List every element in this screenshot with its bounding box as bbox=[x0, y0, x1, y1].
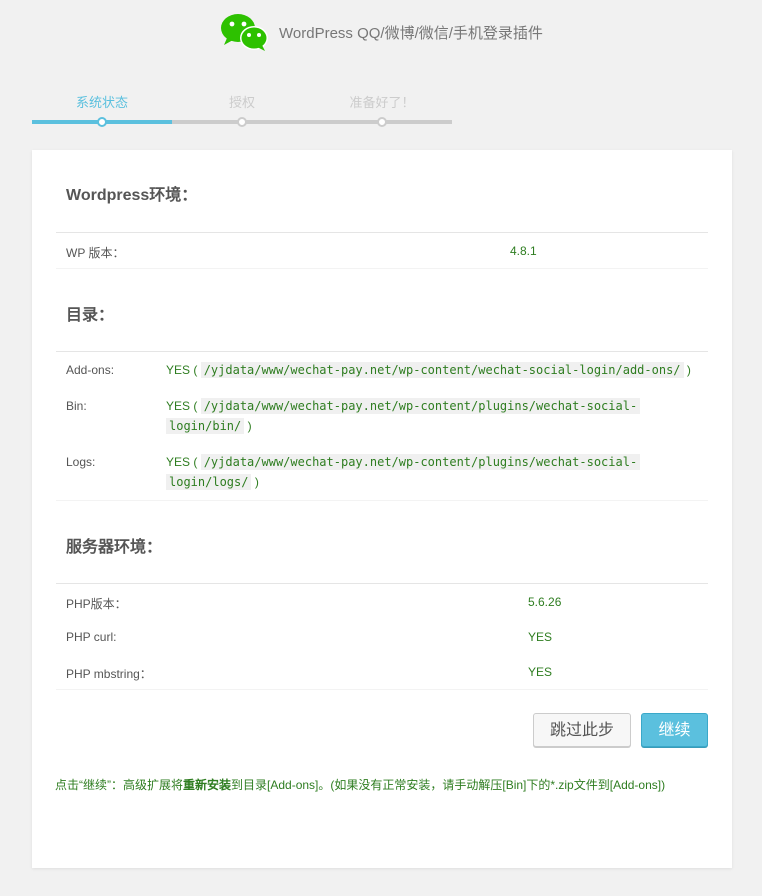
dir-logs-path-cont: login/logs/ bbox=[166, 474, 252, 490]
wechat-logo-icon bbox=[221, 14, 268, 51]
step-label-ready: 准备好了！ bbox=[349, 95, 415, 110]
php-curl-value: YES bbox=[528, 630, 553, 644]
header: WordPress QQ/微博/微信/手机登录插件 bbox=[0, 0, 762, 64]
wp-version-value: 4.8.1 bbox=[510, 244, 537, 258]
step-dot-ready bbox=[377, 117, 387, 127]
php-version-value: 5.6.26 bbox=[528, 595, 562, 609]
dir-bin-path: /yjdata/www/wechat-pay.net/wp-content/pl… bbox=[200, 398, 641, 414]
divider bbox=[56, 351, 708, 352]
section-title-wordpress: Wordpress环境： bbox=[66, 187, 198, 204]
app-title: WordPress QQ/微博/微信/手机登录插件 bbox=[279, 25, 543, 42]
row-separator bbox=[56, 689, 708, 690]
step-label-status: 系统状态 bbox=[75, 95, 128, 110]
dir-bin-status: YES bbox=[166, 399, 191, 413]
dir-logs-path: /yjdata/www/wechat-pay.net/wp-content/pl… bbox=[200, 454, 641, 470]
dir-addons-value: YES ( /yjdata/www/wechat-pay.net/wp-cont… bbox=[166, 362, 691, 378]
dir-addons-status: YES bbox=[166, 363, 191, 377]
step-dot-auth bbox=[237, 117, 247, 127]
dir-logs-value: YES ( /yjdata/www/wechat-pay.net/wp-cont… bbox=[166, 452, 641, 492]
section-title-directories: 目录： bbox=[66, 307, 115, 324]
dir-logs-status: YES bbox=[166, 455, 191, 469]
wp-version-label: WP 版本： bbox=[66, 246, 125, 260]
dir-bin-path-cont: login/bin/ bbox=[166, 418, 245, 434]
php-mbstring-value: YES bbox=[528, 665, 553, 679]
skip-button[interactable]: 跳过此步 bbox=[533, 713, 631, 747]
step-dot-status bbox=[97, 117, 107, 127]
dir-addons-label: Add-ons: bbox=[66, 363, 115, 377]
dir-bin-value: YES ( /yjdata/www/wechat-pay.net/wp-cont… bbox=[166, 396, 641, 436]
dir-logs-label: Logs: bbox=[66, 455, 96, 469]
php-mbstring-label: PHP mbstring： bbox=[66, 667, 152, 681]
continue-button[interactable]: 继续 bbox=[641, 713, 708, 747]
status-card: Wordpress环境： WP 版本： 4.8.1 目录： Add-ons: Y… bbox=[32, 150, 732, 868]
dir-bin-label: Bin: bbox=[66, 399, 87, 413]
divider bbox=[56, 583, 708, 584]
divider bbox=[56, 232, 708, 233]
step-progress-rest bbox=[172, 120, 452, 124]
row-separator bbox=[56, 268, 708, 269]
php-curl-label: PHP curl: bbox=[66, 630, 117, 644]
dir-addons-path: /yjdata/www/wechat-pay.net/wp-content/we… bbox=[200, 362, 684, 378]
install-note: 点击“继续”：高级扩展将重新安装到目录[Add-ons]。(如果没有正常安装，请… bbox=[55, 778, 666, 792]
setup-steps: 系统状态 授权 准备好了！ bbox=[32, 90, 452, 130]
section-title-server: 服务器环境： bbox=[66, 539, 163, 556]
row-separator bbox=[56, 500, 708, 501]
step-label-auth: 授权 bbox=[228, 95, 255, 110]
php-version-label: PHP版本： bbox=[66, 597, 127, 611]
